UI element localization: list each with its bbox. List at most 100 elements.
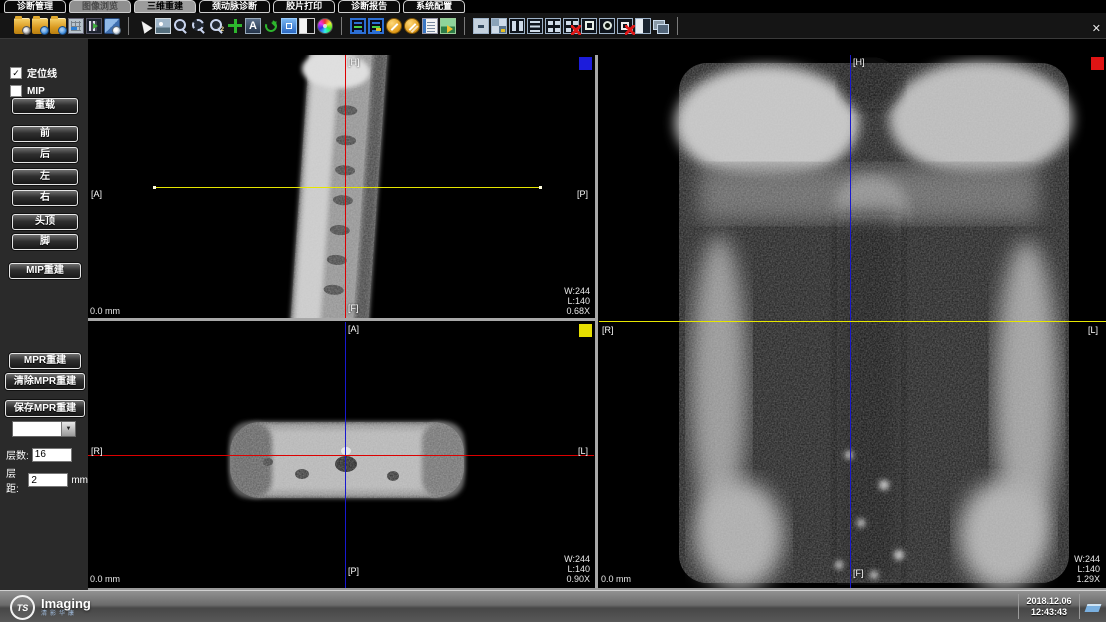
orientation-label-left: [R] xyxy=(91,446,103,456)
layer-count-input[interactable] xyxy=(32,448,72,462)
cascade-windows-icon[interactable] xyxy=(653,18,669,34)
tab-diagnosis-management[interactable]: 诊断管理 xyxy=(4,0,66,13)
panel-divider-vertical[interactable] xyxy=(595,55,598,588)
roi-rectangle-icon[interactable] xyxy=(581,18,597,34)
slice-distance-readout: 0.0 mm xyxy=(601,574,631,584)
tab-3d-reconstruction[interactable]: 三维重建 xyxy=(134,0,196,13)
window-level-readout: W:244 L:140 1.29X xyxy=(1074,554,1100,584)
zoom-factor: 0.68X xyxy=(564,306,590,316)
layer-spacing-row: 层距: mm xyxy=(6,465,88,495)
brand-subtitle: 清影华康 xyxy=(41,611,91,618)
color-palette-icon[interactable] xyxy=(317,18,333,34)
zoom-factor: 1.29X xyxy=(1074,574,1100,584)
orientation-label-top: [H] xyxy=(348,57,360,67)
mpr-rebuild-button[interactable]: MPR重建 xyxy=(9,353,81,369)
slice-distance-readout: 0.0 mm xyxy=(90,306,120,316)
tab-system-config[interactable]: 系统配置 xyxy=(403,0,465,13)
fit-to-screen-icon[interactable] xyxy=(281,18,297,34)
layout-clear-icon[interactable] xyxy=(563,18,579,34)
time-value: 12:43:43 xyxy=(1019,607,1079,618)
invert-display-icon[interactable] xyxy=(299,18,315,34)
right-view-button[interactable]: 右 xyxy=(12,190,78,206)
layout-single-icon[interactable] xyxy=(473,18,489,34)
slice-distance-readout: 0.0 mm xyxy=(90,574,120,584)
window-level-icon[interactable] xyxy=(155,18,171,34)
layout-custom-icon[interactable] xyxy=(491,18,507,34)
open-series-folder-icon[interactable] xyxy=(50,18,66,34)
crosshair-horizontal-red-line[interactable] xyxy=(88,455,594,456)
refresh-reset-icon[interactable] xyxy=(263,18,279,34)
cine-loop-icon[interactable] xyxy=(350,18,366,34)
mip-rebuild-button[interactable]: MIP重建 xyxy=(9,263,81,279)
layout-grid-2x2-icon[interactable] xyxy=(545,18,561,34)
open-patient-folder-icon[interactable] xyxy=(32,18,48,34)
tab-diagnosis-report[interactable]: 诊断报告 xyxy=(338,0,400,13)
window-value: W:244 xyxy=(564,554,590,564)
viewport-sagittal[interactable]: [H] [A] [P] [F] 0.0 mm W:244 L:140 0.68X xyxy=(88,55,594,318)
mpr-series-select[interactable]: ▼ xyxy=(12,421,76,437)
foot-view-button[interactable]: 脚 xyxy=(12,234,78,250)
measure-tools-icon[interactable] xyxy=(404,18,420,34)
open-study-folder-icon[interactable] xyxy=(14,18,30,34)
back-view-button[interactable]: 后 xyxy=(12,147,78,163)
orientation-label-bottom: [F] xyxy=(348,303,359,313)
window-value: W:244 xyxy=(1074,554,1100,564)
checkbox-unchecked-icon xyxy=(10,85,22,97)
layer-spacing-input[interactable] xyxy=(28,473,68,487)
report-document-icon[interactable] xyxy=(422,18,438,34)
tab-carotid-diagnosis[interactable]: 颈动脉诊断 xyxy=(199,0,270,13)
layout-three-row-icon[interactable] xyxy=(527,18,543,34)
ts-logo: TS xyxy=(10,595,35,620)
panel-color-tag-red xyxy=(1091,57,1104,70)
compare-split-icon[interactable] xyxy=(635,18,651,34)
app-window: 诊断管理 图像浏览 三维重建 颈动脉诊断 胶片打印 诊断报告 系统配置 x2 A xyxy=(0,0,1106,622)
tab-film-print[interactable]: 胶片打印 xyxy=(273,0,335,13)
brand-name: Imaging xyxy=(41,597,91,611)
export-image-icon[interactable] xyxy=(440,18,456,34)
orientation-label-bottom: [P] xyxy=(348,566,359,576)
zoom-region-icon[interactable] xyxy=(191,18,207,34)
save-mpr-button[interactable]: 保存MPR重建 xyxy=(5,400,85,417)
cursor-select-icon[interactable] xyxy=(137,18,153,34)
left-view-button[interactable]: 左 xyxy=(12,169,78,185)
localizer-line-checkbox[interactable]: ✓ 定位线 xyxy=(10,65,57,80)
reload-button[interactable]: 重载 xyxy=(12,98,78,114)
orientation-label-left: [A] xyxy=(91,189,102,199)
import-images-icon[interactable] xyxy=(86,18,102,34)
mip-checkbox[interactable]: MIP xyxy=(10,85,45,97)
clear-mpr-button[interactable]: 清除MPR重建 xyxy=(5,373,85,390)
viewport-axial[interactable]: [A] [R] [L] [P] 0.0 mm W:244 L:140 0.90X xyxy=(88,322,594,588)
orientation-label-right: [L] xyxy=(1088,325,1098,335)
roi-ellipse-icon[interactable] xyxy=(599,18,615,34)
toolbar-separator xyxy=(677,17,678,35)
layout-two-column-icon[interactable] xyxy=(509,18,525,34)
zoom-factor: 0.90X xyxy=(564,574,590,584)
brand-block: TS Imaging 清影华康 xyxy=(10,595,91,620)
cine-settings-icon[interactable] xyxy=(368,18,384,34)
roi-delete-icon[interactable] xyxy=(617,18,633,34)
measure-pencil-icon[interactable] xyxy=(386,18,402,34)
level-value: L:140 xyxy=(564,564,590,574)
panel-divider-horizontal[interactable] xyxy=(88,318,597,321)
orientation-label-left: [R] xyxy=(602,325,614,335)
zoom-2x-icon[interactable]: x2 xyxy=(209,18,225,34)
volume-3d-rebuild-icon[interactable] xyxy=(104,18,120,34)
level-value: L:140 xyxy=(564,296,590,306)
front-view-button[interactable]: 前 xyxy=(12,126,78,142)
dicom-browser-icon[interactable] xyxy=(68,18,84,34)
crosshair-horizontal-yellow-line[interactable] xyxy=(599,321,1106,322)
checkbox-checked-icon: ✓ xyxy=(10,67,22,79)
head-view-button[interactable]: 头顶 xyxy=(12,214,78,230)
close-icon[interactable]: ✕ xyxy=(1092,24,1101,35)
text-annotation-icon[interactable]: A xyxy=(245,18,261,34)
zoom-in-icon[interactable] xyxy=(173,18,189,34)
crosshair-horizontal-yellow-line[interactable] xyxy=(155,187,540,188)
level-value: L:140 xyxy=(1074,564,1100,574)
viewport-coronal[interactable]: [H] [R] [L] [F] 0.0 mm W:244 L:140 1.29X xyxy=(599,55,1106,588)
pan-move-icon[interactable] xyxy=(227,18,243,34)
orientation-label-top: [H] xyxy=(853,57,865,67)
network-status-icon xyxy=(1085,604,1102,612)
date-value: 2018.12.06 xyxy=(1019,596,1079,607)
tool-bar: x2 A xyxy=(0,13,1106,39)
tab-image-browse[interactable]: 图像浏览 xyxy=(69,0,131,13)
